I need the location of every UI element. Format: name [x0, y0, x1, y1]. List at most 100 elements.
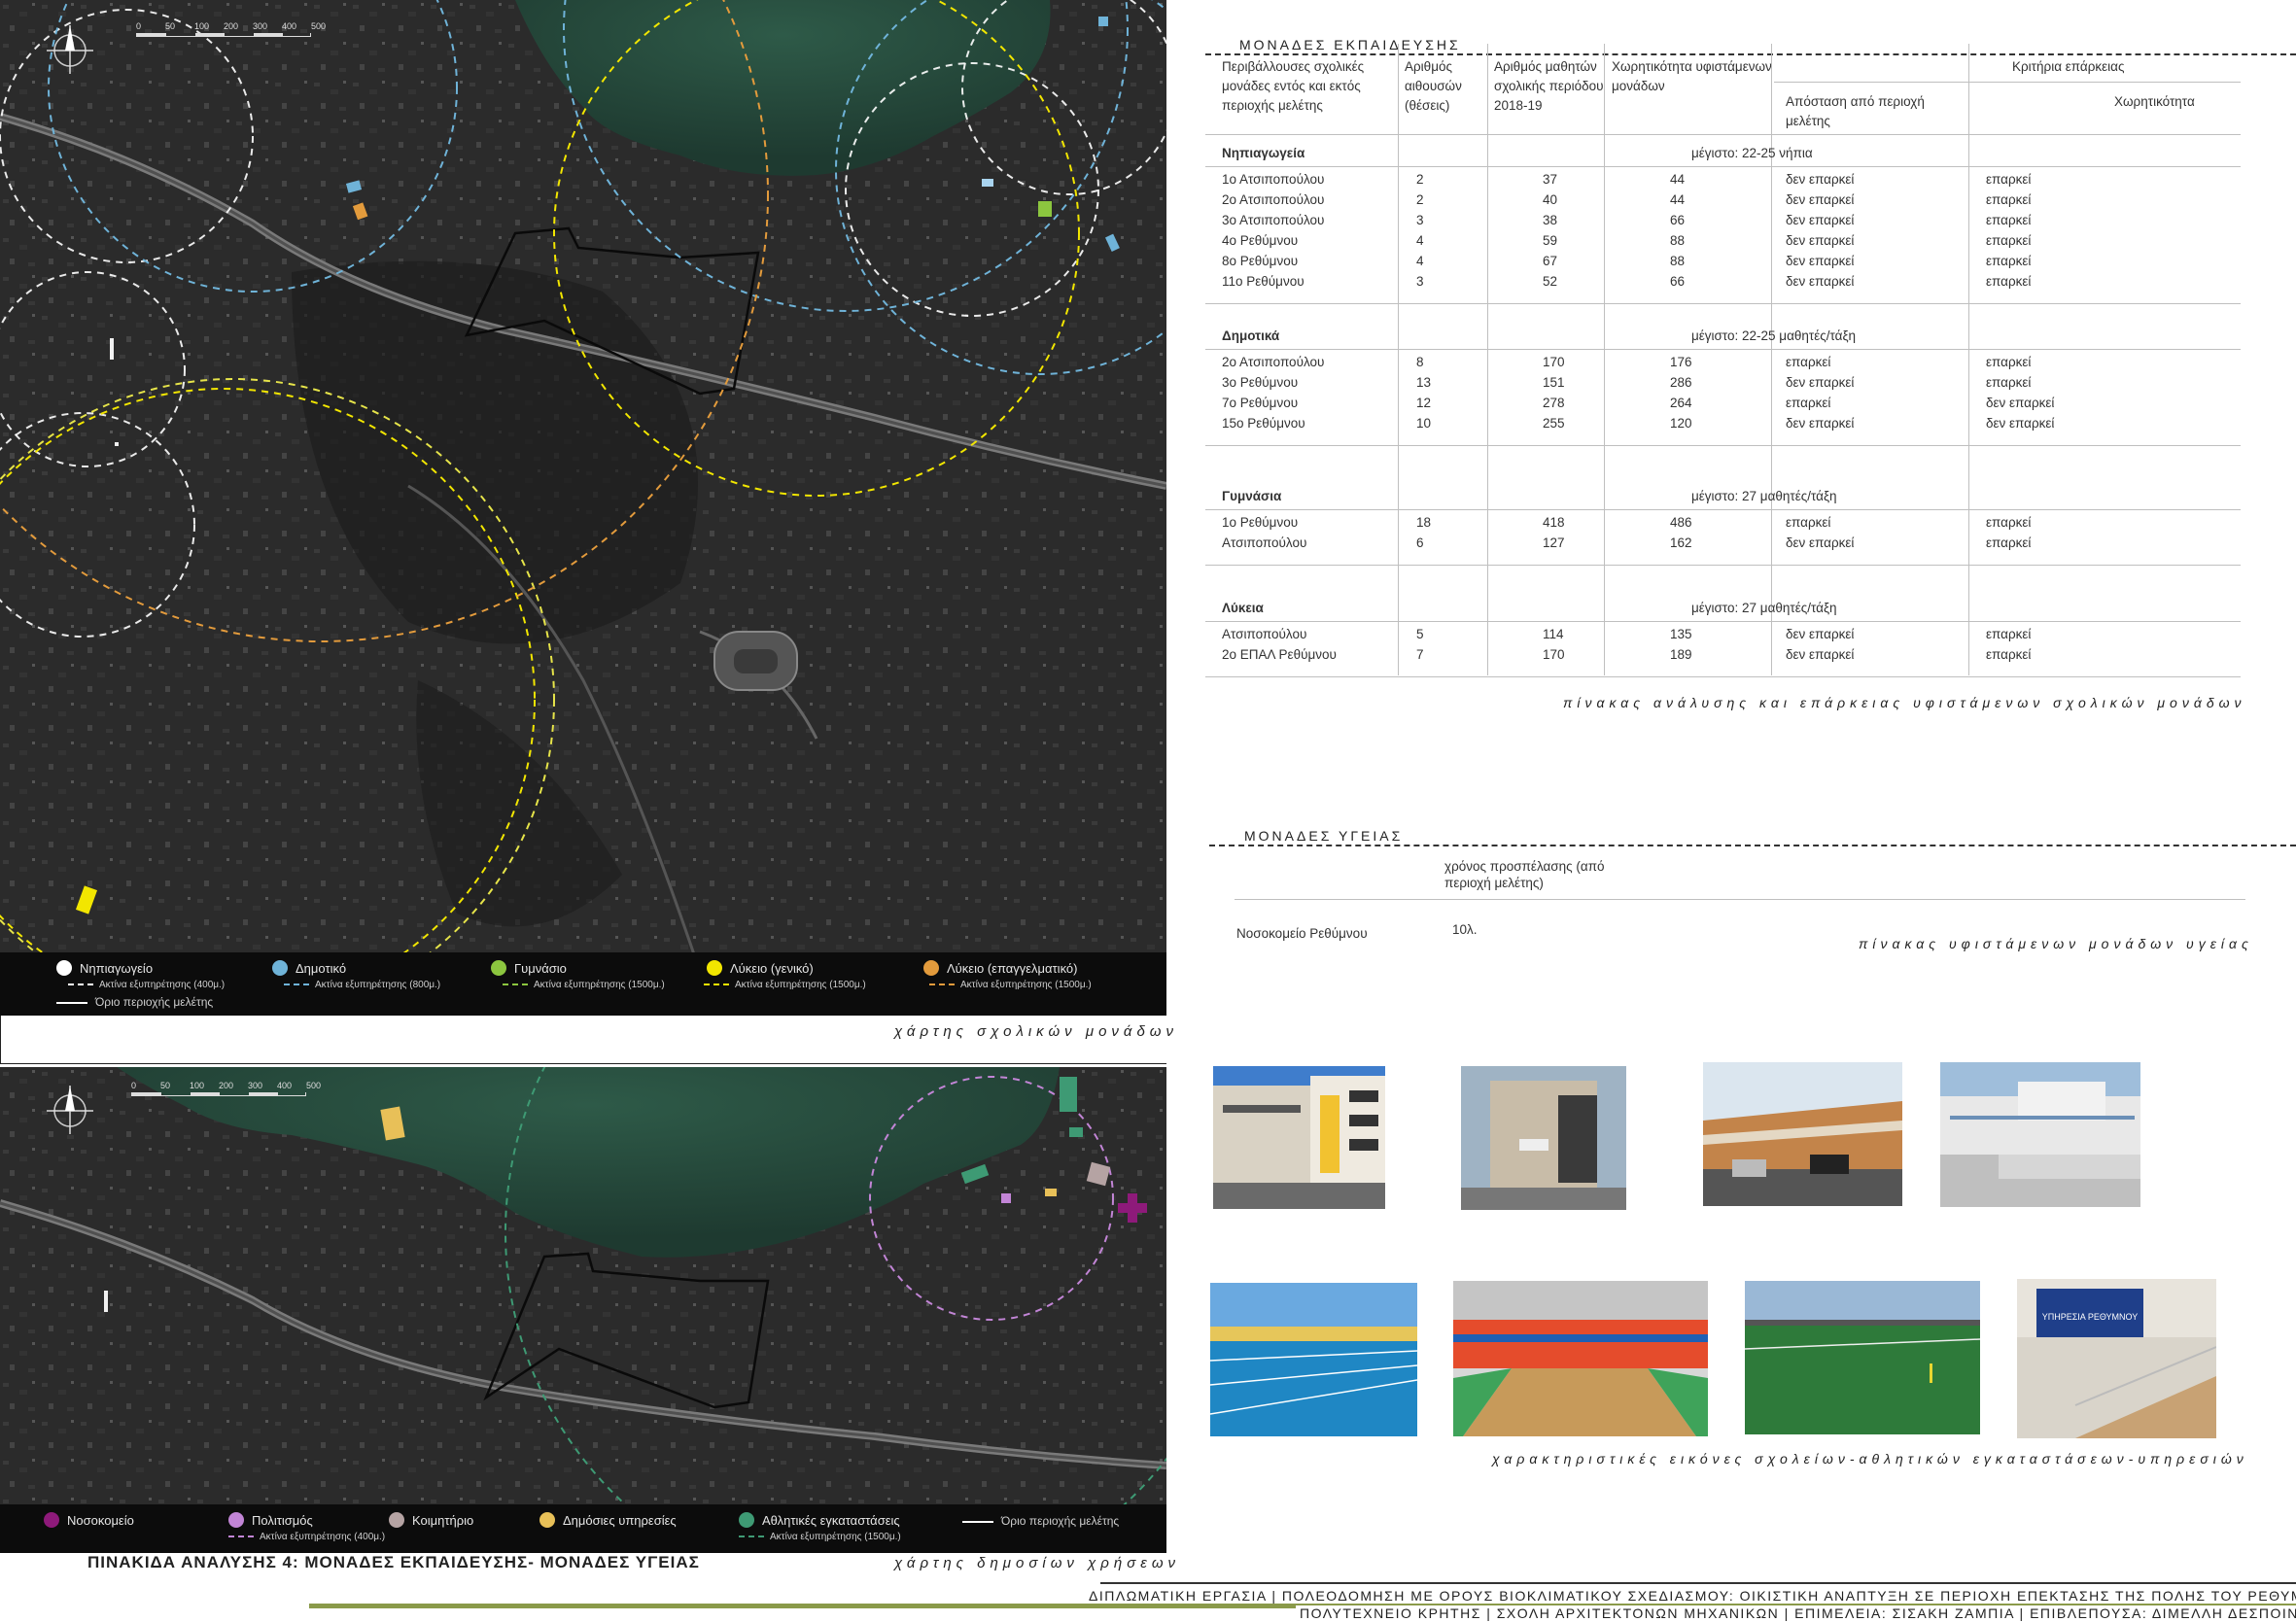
- table-cell: 255: [1543, 416, 1565, 431]
- table-cell: δεν επαρκεί: [1786, 254, 1855, 268]
- table-cell: 189: [1670, 647, 1692, 662]
- school-units-map: 0 50 100 200 300 400 500 Νηπιαγωγείο Ακτ…: [0, 0, 1166, 1016]
- table-cell: δεν επαρκεί: [1786, 274, 1855, 289]
- photo-school-1: [1213, 1066, 1385, 1209]
- table-cell: 286: [1670, 375, 1692, 390]
- education-table-caption: πίνακας ανάλυσης και επάρκειας υφιστάμεν…: [1563, 695, 2246, 710]
- legend-sports: Αθλητικές εγκαταστάσεις: [739, 1512, 900, 1528]
- health-row-line: [1235, 899, 2245, 900]
- table-cell: 15ο Ρεθύμνου: [1222, 416, 1305, 431]
- board-title: ΠΙΝΑΚΙΔΑ ΑΝΑΛΥΣΗΣ 4: ΜΟΝΑΔΕΣ ΕΚΠΑΙΔΕΥΣΗΣ…: [87, 1553, 700, 1571]
- table-cell: 4ο Ρεθύμνου: [1222, 233, 1299, 248]
- legend-lyceum: Λύκειο (γενικό): [707, 960, 814, 976]
- table-cell: 40: [1543, 192, 1558, 207]
- scale-tick: 100: [194, 21, 210, 31]
- footer-line-1: ΔΙΠΛΩΜΑΤΙΚΗ ΕΡΓΑΣΙΑ | ΠΟΛΕΟΔΟΜΗΣΗ ΜΕ ΟΡΟ…: [1089, 1588, 2296, 1604]
- table-cell: 8: [1416, 355, 1424, 369]
- table-cell: 2ο Ατσιποπούλου: [1222, 355, 1325, 369]
- table-cell: επαρκεί: [1986, 254, 2032, 268]
- column-rule: [1604, 44, 1605, 675]
- criteria-split-rule: [1774, 82, 2241, 83]
- health-section-title: ΜΟΝΑΔΕΣ ΥΓΕΙΑΣ: [1244, 828, 1404, 844]
- table-cell: 44: [1670, 172, 1686, 187]
- school-map-graphic: [0, 0, 1166, 1016]
- legend-radius-label: Ακτίνα εξυπηρέτησης (1500μ.): [960, 980, 1092, 990]
- table-cell: επαρκεί: [1986, 515, 2032, 530]
- kindergarten-swatch: [56, 960, 72, 976]
- column-rule: [1968, 44, 1969, 675]
- table-cell: 44: [1670, 192, 1686, 207]
- education-divider: [1205, 53, 2296, 55]
- public-uses-map-graphic: [0, 1067, 1166, 1553]
- legend-radius-label: Ακτίνα εξυπηρέτησης (1500μ.): [735, 980, 866, 990]
- legend-label: Νοσοκομείο: [67, 1512, 134, 1528]
- header-students: Αριθμός μαθητών σχολικής περιόδου 2018-1…: [1494, 59, 1604, 113]
- legend-boundary-label: Όριο περιοχής μελέτης: [95, 995, 214, 1009]
- table-cell: επαρκεί: [1986, 172, 2032, 187]
- photo-school-4: [1940, 1062, 2140, 1207]
- legend-radius-label: Ακτίνα εξυπηρέτησης (400μ.): [260, 1532, 386, 1542]
- legend-boundary-label: Όριο περιοχής μελέτης: [1001, 1514, 1120, 1528]
- table-cell: επαρκεί: [1786, 515, 1831, 530]
- legend-gymnasium: Γυμνάσιο: [491, 960, 567, 976]
- table-cell: δεν επαρκεί: [1786, 416, 1855, 431]
- group-end-rule: [1205, 565, 2241, 566]
- legend-radius-label: Ακτίνα εξυπηρέτησης (800μ.): [315, 980, 441, 990]
- public-uses-legend: Νοσοκομείο Πολιτισμός Ακτίνα εξυπηρέτηση…: [0, 1504, 1166, 1553]
- photo-school-3: [1703, 1062, 1902, 1206]
- table-cell: 88: [1670, 233, 1686, 248]
- scale-tick: 0: [136, 21, 142, 31]
- table-cell: 170: [1543, 647, 1565, 662]
- group-title-rule: [1205, 166, 2241, 167]
- scale-tick: 100: [190, 1081, 205, 1090]
- scale-tick: 0: [131, 1081, 137, 1090]
- cemetery-swatch: [389, 1512, 404, 1528]
- legend-label: Δημοτικό: [296, 960, 347, 976]
- photo-football-field: [1745, 1281, 1980, 1434]
- table-cell: 38: [1543, 213, 1558, 227]
- table-cell: 264: [1670, 396, 1692, 410]
- group-end-rule: [1205, 676, 2241, 677]
- column-rule: [1771, 44, 1772, 675]
- table-cell: 10: [1416, 416, 1432, 431]
- table-cell: επαρκεί: [1986, 274, 2032, 289]
- legend-radius-label: Ακτίνα εξυπηρέτησης (400μ.): [99, 980, 226, 990]
- vocational-lyceum-swatch: [923, 960, 939, 976]
- health-row-name: Νοσοκομείο Ρεθύμνου: [1236, 926, 1368, 941]
- table-cell: 2: [1416, 172, 1424, 187]
- group-max: μέγιστο: 22-25 μαθητές/τάξη: [1691, 328, 1857, 343]
- legend-boundary: Όριο περιοχής μελέτης: [56, 995, 213, 1009]
- table-cell: δεν επαρκεί: [1986, 416, 2055, 431]
- scale-tick: 400: [277, 1081, 293, 1090]
- lyceum-swatch: [707, 960, 722, 976]
- table-cell: επαρκεί: [1986, 213, 2032, 227]
- table-cell: επαρκεί: [1786, 355, 1831, 369]
- group-title: Νηπιαγωγεία: [1222, 146, 1305, 160]
- table-cell: 4: [1416, 254, 1424, 268]
- legend-label: Κοιμητήριο: [412, 1512, 474, 1528]
- table-cell: 120: [1670, 416, 1692, 431]
- legend-radius-kindergarten: Ακτίνα εξυπηρέτησης (400μ.): [68, 980, 225, 990]
- legend-label: Γυμνάσιο: [514, 960, 567, 976]
- header-criteria: Κριτήρια επάρκειας: [2012, 59, 2125, 74]
- group-end-rule: [1205, 445, 2241, 446]
- table-cell: 5: [1416, 627, 1424, 641]
- footer-line-2: ΠΟΛΥΤΕΧΝΕΙΟ ΚΡΗΤΗΣ | ΣΧΟΛΗ ΑΡΧΙΤΕΚΤΟΝΩΝ …: [1296, 1605, 2296, 1621]
- table-cell: Ατσιποπούλου: [1222, 627, 1307, 641]
- table-cell: 66: [1670, 274, 1686, 289]
- table-cell: επαρκεί: [1986, 192, 2032, 207]
- group-title: Δημοτικά: [1222, 328, 1280, 343]
- table-cell: 2ο Ατσιποπούλου: [1222, 192, 1325, 207]
- legend-label: Δημόσιες υπηρεσίες: [563, 1512, 677, 1528]
- table-cell: 66: [1670, 213, 1686, 227]
- legend-vocational-lyceum: Λύκειο (επαγγελματικό): [923, 960, 1077, 976]
- table-cell: δεν επαρκεί: [1786, 647, 1855, 662]
- table-cell: 8ο Ρεθύμνου: [1222, 254, 1299, 268]
- table-cell: δεν επαρκεί: [1786, 535, 1855, 550]
- table-cell: 114: [1543, 627, 1564, 641]
- table-cell: 170: [1543, 355, 1565, 369]
- legend-radius-lyceum: Ακτίνα εξυπηρέτησης (1500μ.): [704, 980, 866, 990]
- legend-label: Λύκειο (επαγγελματικό): [947, 960, 1078, 976]
- legend-culture: Πολιτισμός: [228, 1512, 313, 1528]
- table-cell: επαρκεί: [1986, 647, 2032, 662]
